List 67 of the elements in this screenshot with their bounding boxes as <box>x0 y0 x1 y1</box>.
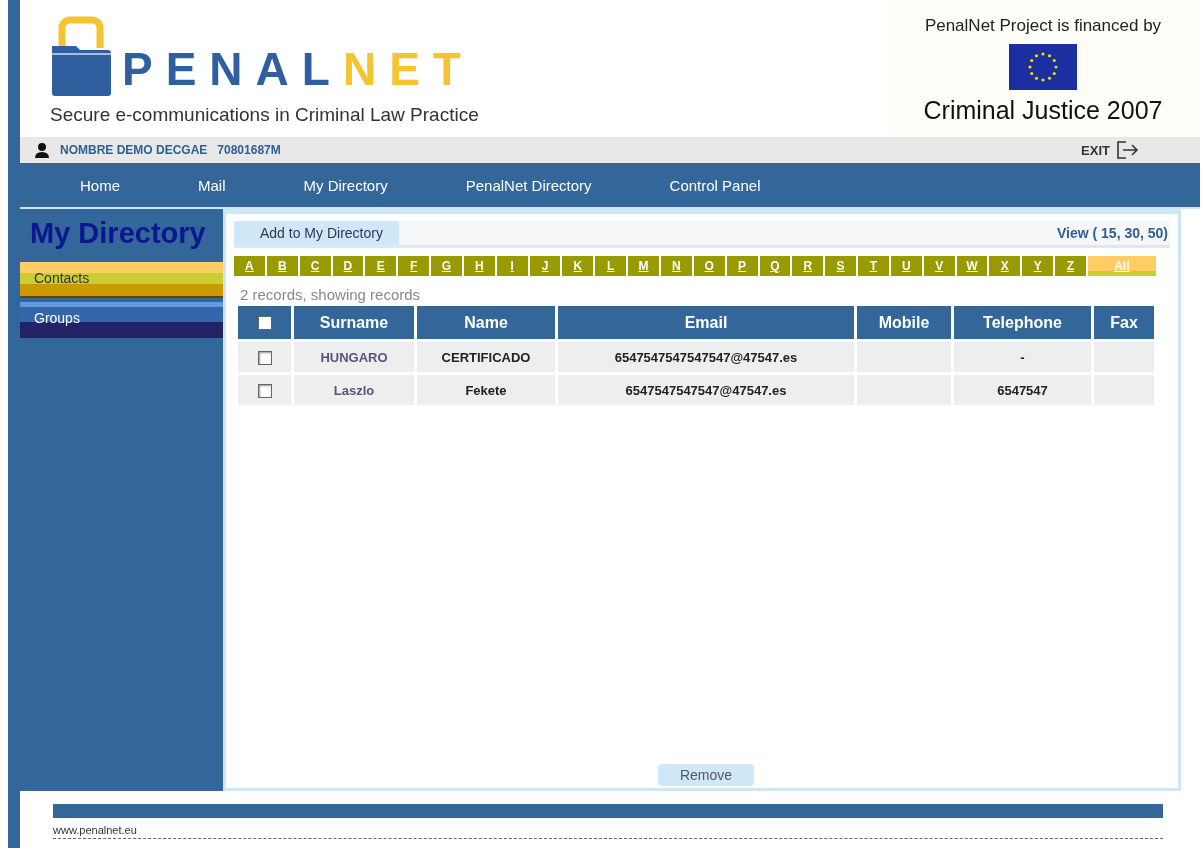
letter-filter[interactable]: D <box>332 256 364 276</box>
table-cell: - <box>954 342 1091 372</box>
padlock-folder-icon <box>50 16 112 96</box>
sidebar-item[interactable]: Groups <box>20 302 223 338</box>
user-icon <box>34 142 50 158</box>
table-cell: CERTIFICADO <box>417 342 555 372</box>
eu-flag-icon <box>1009 44 1077 90</box>
letter-filter[interactable]: C <box>299 256 331 276</box>
letter-filter[interactable]: X <box>989 256 1021 276</box>
tagline: Secure e-communications in Criminal Law Practice <box>50 104 479 126</box>
table-cell: Fekete <box>417 375 555 405</box>
table-cell: HUNGARO <box>294 342 414 372</box>
column-header: Telephone <box>954 306 1091 339</box>
user-name: NOMBRE DEMO DECGAE <box>60 143 208 157</box>
nav-link[interactable]: My Directory <box>283 172 408 198</box>
letter-filter[interactable]: L <box>595 256 627 276</box>
footer-url[interactable]: www.penalnet.eu <box>53 824 1163 839</box>
letter-filter[interactable]: A <box>234 256 265 276</box>
table-cell: 6547547547547547@47547.es <box>558 342 854 372</box>
view-options-link[interactable]: View ( 15, 30, 50) <box>1056 225 1170 241</box>
column-header: Email <box>558 306 854 339</box>
column-header: Name <box>417 306 555 339</box>
sidebar-title: My Directory <box>29 217 207 250</box>
letter-filter[interactable]: Q <box>759 256 791 276</box>
letter-filter[interactable]: N <box>660 256 692 276</box>
column-header: Surname <box>294 306 414 339</box>
nav-link[interactable]: PenalNet Directory <box>445 172 612 198</box>
letter-filter[interactable]: R <box>792 256 824 276</box>
table-cell: Laszlo <box>294 375 414 405</box>
letter-filter[interactable]: M <box>628 256 659 276</box>
nav-link[interactable]: Home <box>60 172 140 198</box>
letter-filter[interactable]: J <box>529 256 561 276</box>
add-to-directory-button[interactable]: Add to My Directory <box>234 221 399 245</box>
user-id: 70801687M <box>217 143 281 157</box>
letter-filter[interactable]: I <box>496 256 528 276</box>
sponsor-text: PenalNet Project is financed by <box>924 16 1162 36</box>
letter-filter[interactable]: B <box>266 256 298 276</box>
letter-filter[interactable]: Z <box>1055 256 1086 276</box>
letter-filter[interactable]: E <box>365 256 397 276</box>
remove-button[interactable]: Remove <box>657 764 755 786</box>
logo-text: PENAL NET <box>122 46 474 92</box>
letter-filter[interactable]: T <box>858 256 889 276</box>
nav-link[interactable]: Control Panel <box>649 172 781 198</box>
sidebar-item[interactable]: Contacts <box>20 262 223 298</box>
letter-filter[interactable]: Y <box>1022 256 1054 276</box>
select-all-checkbox[interactable] <box>257 316 272 331</box>
records-summary: 2 records, showing records <box>240 286 422 303</box>
exit-icon[interactable] <box>1116 141 1140 159</box>
programme-title: Criminal Justice 2007 <box>923 96 1163 125</box>
row-checkbox[interactable] <box>257 383 272 398</box>
table-cell: 6547547 <box>954 375 1091 405</box>
exit-link[interactable]: EXIT <box>1081 142 1110 158</box>
letter-filter[interactable]: P <box>726 256 758 276</box>
letter-filter[interactable]: F <box>398 256 430 276</box>
letter-filter[interactable]: G <box>431 256 462 276</box>
letter-filter[interactable]: K <box>562 256 594 276</box>
letter-filter[interactable]: S <box>825 256 857 276</box>
letter-filter[interactable]: V <box>923 256 955 276</box>
column-header: Fax <box>1094 306 1154 339</box>
letter-filter[interactable]: W <box>956 256 988 276</box>
letter-filter[interactable]: U <box>890 256 922 276</box>
row-checkbox[interactable] <box>257 350 272 365</box>
letter-filter[interactable]: O <box>693 256 725 276</box>
letter-filter[interactable]: H <box>463 256 495 276</box>
column-header: Mobile <box>857 306 951 339</box>
nav-link[interactable]: Mail <box>178 172 246 198</box>
table-cell: 6547547547547@47547.es <box>558 375 854 405</box>
